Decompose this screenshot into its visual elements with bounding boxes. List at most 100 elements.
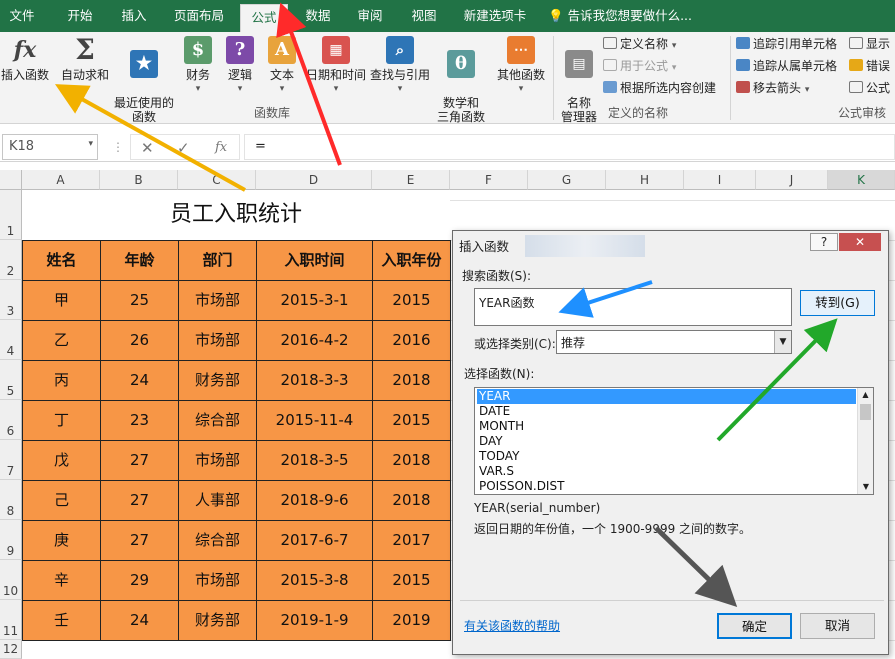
enter-icon[interactable]: ✓ xyxy=(177,135,190,161)
column-header[interactable]: I xyxy=(684,170,756,190)
tab-new[interactable]: 新建选项卡 xyxy=(455,0,535,32)
use-in-formula-button[interactable]: 用于公式 ▾ xyxy=(603,58,676,76)
table-cell[interactable]: 2016 xyxy=(372,320,451,361)
table-cell[interactable]: 丁 xyxy=(22,400,101,441)
close-icon[interactable]: ✕ xyxy=(839,233,881,251)
more-functions-button[interactable]: ⋯ 其他函数 ▾ xyxy=(494,36,548,96)
recently-used-button[interactable]: ★ 最近使用的 函数 xyxy=(113,36,175,138)
tell-me-box[interactable]: 💡 告诉我您想要做什么... xyxy=(548,0,698,32)
table-cell[interactable]: 2015-3-1 xyxy=(256,280,373,321)
table-cell[interactable]: 2015 xyxy=(372,400,451,441)
error-checking-button[interactable]: 错误 xyxy=(849,58,890,74)
table-cell[interactable]: 2017 xyxy=(372,520,451,561)
table-cell[interactable]: 庚 xyxy=(22,520,101,561)
trace-precedents-button[interactable]: 追踪引用单元格 xyxy=(736,36,837,52)
list-item[interactable]: VAR.S xyxy=(478,464,858,479)
tab-page-layout[interactable]: 页面布局 xyxy=(166,0,232,32)
evaluate-formula-button[interactable]: 公式 xyxy=(849,80,890,96)
column-header[interactable]: F xyxy=(450,170,528,190)
table-cell[interactable]: 29 xyxy=(100,560,179,601)
column-header[interactable]: H xyxy=(606,170,684,190)
text-button[interactable]: A 文本 ▾ xyxy=(264,36,300,96)
row-header[interactable]: 3 xyxy=(0,280,22,320)
table-cell[interactable]: 己 xyxy=(22,480,101,521)
table-cell[interactable]: 甲 xyxy=(22,280,101,321)
table-header-cell[interactable]: 姓名 xyxy=(22,240,101,281)
select-all-corner[interactable] xyxy=(0,170,22,190)
row-header[interactable]: 1 xyxy=(0,190,22,240)
row-header[interactable]: 8 xyxy=(0,480,22,520)
sheet-title[interactable]: 员工入职统计 xyxy=(22,190,450,240)
row-header[interactable]: 7 xyxy=(0,440,22,480)
help-icon[interactable]: ? xyxy=(810,233,838,251)
cancel-button[interactable]: 取消 xyxy=(800,613,875,639)
chevron-down-icon[interactable]: ▼ xyxy=(774,331,791,353)
column-header-active[interactable]: K xyxy=(828,170,895,190)
scroll-down-icon[interactable]: ▼ xyxy=(858,480,874,494)
financial-button[interactable]: $ 财务 ▾ xyxy=(178,36,218,96)
table-cell[interactable]: 市场部 xyxy=(178,280,257,321)
table-cell[interactable]: 25 xyxy=(100,280,179,321)
table-header-cell[interactable]: 部门 xyxy=(178,240,257,281)
column-header[interactable]: C xyxy=(178,170,256,190)
list-item[interactable]: TODAY xyxy=(478,449,858,464)
list-item[interactable]: POISSON.DIST xyxy=(478,479,858,494)
table-cell[interactable]: 24 xyxy=(100,600,179,641)
table-cell[interactable]: 人事部 xyxy=(178,480,257,521)
table-cell[interactable]: 丙 xyxy=(22,360,101,401)
tab-formulas[interactable]: 公式 xyxy=(240,4,288,32)
date-time-button[interactable]: ▦ 日期和时间 ▾ xyxy=(304,36,368,96)
row-header[interactable]: 12 xyxy=(0,640,22,659)
table-header-cell[interactable]: 入职时间 xyxy=(256,240,373,281)
row-header[interactable]: 2 xyxy=(0,240,22,280)
table-cell[interactable]: 23 xyxy=(100,400,179,441)
scroll-up-icon[interactable]: ▲ xyxy=(858,388,873,402)
row-header[interactable]: 5 xyxy=(0,360,22,400)
go-button[interactable]: 转到(G) xyxy=(800,290,875,316)
column-header[interactable]: B xyxy=(100,170,178,190)
math-trig-button[interactable]: θ 数学和 三角函数 xyxy=(434,36,488,138)
row-header[interactable]: 9 xyxy=(0,520,22,560)
list-item[interactable]: DAY xyxy=(478,434,858,449)
column-header[interactable]: E xyxy=(372,170,450,190)
row-header[interactable]: 11 xyxy=(0,600,22,640)
tab-data[interactable]: 数据 xyxy=(296,0,340,32)
tab-view[interactable]: 视图 xyxy=(402,0,446,32)
table-cell[interactable]: 2019 xyxy=(372,600,451,641)
row-header[interactable]: 10 xyxy=(0,560,22,600)
table-cell[interactable]: 27 xyxy=(100,520,179,561)
table-header-cell[interactable]: 年龄 xyxy=(100,240,179,281)
create-from-selection-button[interactable]: 根据所选内容创建 xyxy=(603,80,716,96)
help-link[interactable]: 有关该函数的帮助 xyxy=(464,617,560,634)
table-cell[interactable]: 24 xyxy=(100,360,179,401)
table-cell[interactable]: 综合部 xyxy=(178,400,257,441)
list-item[interactable]: DATE xyxy=(478,404,858,419)
table-header-cell[interactable]: 入职年份 xyxy=(372,240,451,281)
table-cell[interactable]: 2018-9-6 xyxy=(256,480,373,521)
logical-button[interactable]: ? 逻辑 ▾ xyxy=(222,36,258,96)
table-cell[interactable]: 2018 xyxy=(372,480,451,521)
formula-input[interactable]: = xyxy=(244,134,895,160)
name-manager-button[interactable]: ▤ 名称 管理器 xyxy=(558,36,600,138)
splitter-dots[interactable]: ⋮ xyxy=(112,134,124,160)
autosum-button[interactable]: Σ 自动求和 ▾ xyxy=(58,36,112,96)
table-cell[interactable]: 市场部 xyxy=(178,320,257,361)
insert-function-button[interactable]: fx 插入函数 xyxy=(0,36,50,82)
table-cell[interactable]: 27 xyxy=(100,440,179,481)
table-cell[interactable]: 辛 xyxy=(22,560,101,601)
table-cell[interactable]: 财务部 xyxy=(178,360,257,401)
table-cell[interactable]: 2015-3-8 xyxy=(256,560,373,601)
remove-arrows-button[interactable]: 移去箭头 ▾ xyxy=(736,80,809,98)
table-cell[interactable]: 2018-3-3 xyxy=(256,360,373,401)
table-cell[interactable]: 27 xyxy=(100,480,179,521)
row-header[interactable]: 6 xyxy=(0,400,22,440)
table-cell[interactable]: 财务部 xyxy=(178,600,257,641)
tab-file[interactable]: 文件 xyxy=(0,0,44,32)
column-header[interactable]: A xyxy=(22,170,100,190)
lookup-button[interactable]: ⌕ 查找与引用 ▾ xyxy=(368,36,432,96)
name-box[interactable]: K18 ▾ xyxy=(2,134,98,160)
define-name-button[interactable]: 定义名称 ▾ xyxy=(603,36,676,54)
column-header[interactable]: D xyxy=(256,170,372,190)
table-cell[interactable]: 戊 xyxy=(22,440,101,481)
table-cell[interactable]: 2018-3-5 xyxy=(256,440,373,481)
